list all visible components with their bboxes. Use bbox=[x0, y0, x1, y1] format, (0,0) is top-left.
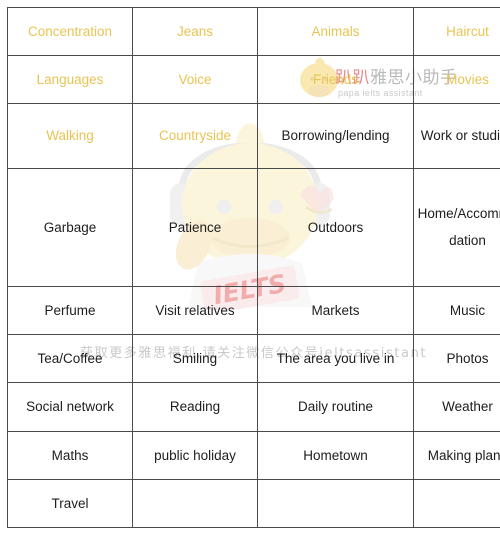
table-row: Perfume Visit relatives Markets Music bbox=[7, 286, 500, 336]
topic-cell[interactable]: Markets bbox=[257, 286, 414, 336]
topic-cell[interactable]: Maths bbox=[7, 430, 133, 480]
topic-grid-table: Concentration Jeans Animals Haircut Lang… bbox=[7, 6, 500, 529]
topic-cell[interactable]: The area you live in bbox=[257, 334, 414, 384]
topic-cell[interactable]: Photos bbox=[413, 334, 500, 384]
topic-cell[interactable]: Hometown bbox=[257, 430, 414, 480]
topic-cell[interactable]: Making plans bbox=[413, 430, 500, 480]
table-row: Languages Voice Friends Movies bbox=[7, 55, 500, 105]
topic-cell[interactable]: public holiday bbox=[132, 430, 258, 480]
table-row: Garbage Patience Outdoors Home/Accommoda… bbox=[7, 167, 500, 288]
topic-cell[interactable]: Voice bbox=[132, 55, 258, 105]
table-row: Walking Countryside Borrowing/lending Wo… bbox=[7, 103, 500, 169]
topic-cell[interactable]: Travel bbox=[7, 478, 133, 529]
topic-grid-container: Concentration Jeans Animals Haircut Lang… bbox=[7, 6, 500, 529]
topic-cell-empty[interactable] bbox=[257, 478, 414, 529]
topic-cell[interactable]: Languages bbox=[7, 55, 133, 105]
topic-cell[interactable]: Social network bbox=[7, 382, 133, 432]
topic-cell[interactable]: Perfume bbox=[7, 286, 133, 336]
topic-cell-empty[interactable] bbox=[413, 478, 500, 529]
topic-cell[interactable]: Outdoors bbox=[257, 167, 414, 288]
table-row: Tea/Coffee Smiling The area you live in … bbox=[7, 334, 500, 384]
topic-cell[interactable]: Jeans bbox=[132, 6, 258, 57]
topic-cell-empty[interactable] bbox=[132, 478, 258, 529]
topic-cell[interactable]: Home/Accommodation bbox=[413, 167, 500, 288]
topic-cell[interactable]: Smiling bbox=[132, 334, 258, 384]
topic-cell[interactable]: Friends bbox=[257, 55, 414, 105]
topic-cell[interactable]: Tea/Coffee bbox=[7, 334, 133, 384]
topic-cell[interactable]: Music bbox=[413, 286, 500, 336]
topic-cell[interactable]: Patience bbox=[132, 167, 258, 288]
topic-cell[interactable]: Visit relatives bbox=[132, 286, 258, 336]
table-row: Social network Reading Daily routine Wea… bbox=[7, 382, 500, 432]
topic-cell[interactable]: Weather bbox=[413, 382, 500, 432]
table-row: Concentration Jeans Animals Haircut bbox=[7, 6, 500, 57]
topic-cell[interactable]: Daily routine bbox=[257, 382, 414, 432]
topic-card-page: IELTS 趴趴雅思小助手 papa ielts assistant 获取更多雅… bbox=[0, 0, 500, 536]
topic-cell[interactable]: Work or studies bbox=[413, 103, 500, 169]
table-row: Maths public holiday Hometown Making pla… bbox=[7, 430, 500, 480]
topic-cell[interactable]: Haircut bbox=[413, 6, 500, 57]
topic-cell[interactable]: Movies bbox=[413, 55, 500, 105]
topic-cell[interactable]: Reading bbox=[132, 382, 258, 432]
topic-cell[interactable]: Borrowing/lending bbox=[257, 103, 414, 169]
topic-cell[interactable]: Countryside bbox=[132, 103, 258, 169]
topic-cell[interactable]: Concentration bbox=[7, 6, 133, 57]
topic-grid-body: Concentration Jeans Animals Haircut Lang… bbox=[7, 6, 500, 529]
topic-cell[interactable]: Walking bbox=[7, 103, 133, 169]
topic-cell[interactable]: Garbage bbox=[7, 167, 133, 288]
table-row: Travel bbox=[7, 478, 500, 529]
topic-cell[interactable]: Animals bbox=[257, 6, 414, 57]
